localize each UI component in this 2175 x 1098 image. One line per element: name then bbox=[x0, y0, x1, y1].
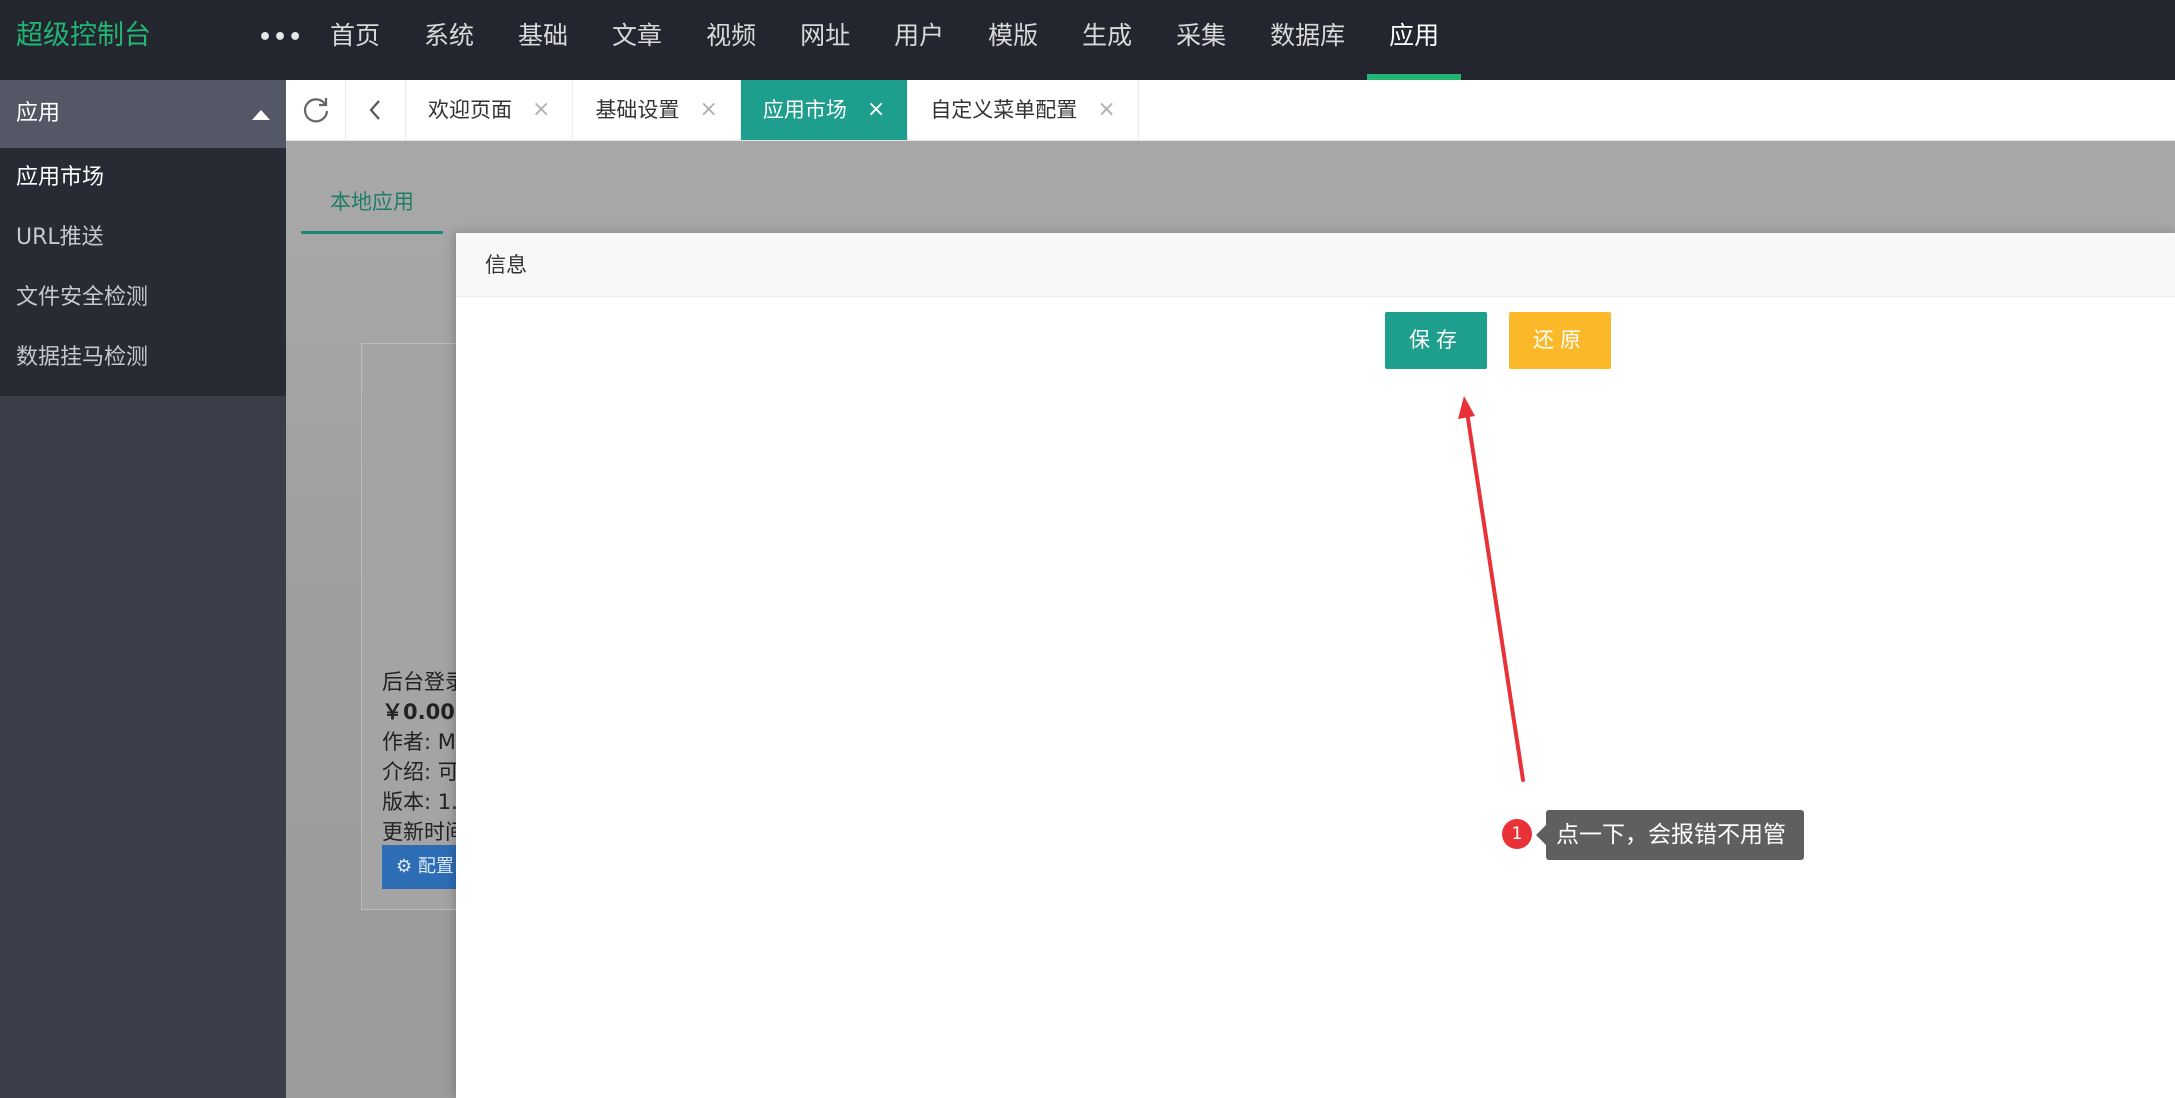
app-author: 作者: M bbox=[382, 730, 456, 754]
nav-item-system[interactable]: 系统 bbox=[402, 0, 496, 80]
close-icon[interactable]: × bbox=[699, 80, 717, 140]
refresh-icon[interactable] bbox=[286, 80, 346, 140]
sidebar-list: 应用市场 URL推送 文件安全检测 数据挂马检测 bbox=[0, 148, 286, 396]
reset-button[interactable]: 还原 bbox=[1509, 312, 1611, 369]
sidebar-item-data-trojan[interactable]: 数据挂马检测 bbox=[0, 328, 286, 388]
annotation-tooltip: 点一下，会报错不用管 bbox=[1536, 810, 1804, 860]
nav-item-database[interactable]: 数据库 bbox=[1248, 0, 1367, 80]
info-dialog: 信息 保存 还原 bbox=[456, 233, 2175, 1098]
tab-welcome[interactable]: 欢迎页面 × bbox=[406, 80, 574, 140]
close-icon[interactable]: × bbox=[867, 80, 885, 140]
sidebar-item-url-push[interactable]: URL推送 bbox=[0, 208, 286, 268]
dialog-title: 信息 bbox=[456, 233, 2175, 297]
back-arrow-icon[interactable] bbox=[346, 80, 406, 140]
tab-label: 自定义菜单配置 bbox=[930, 98, 1078, 122]
tab-custom-menu[interactable]: 自定义菜单配置 × bbox=[908, 80, 1139, 140]
nav-item-article[interactable]: 文章 bbox=[590, 0, 684, 80]
nav-item-url[interactable]: 网址 bbox=[778, 0, 872, 80]
more-menu-icon[interactable]: ••• bbox=[258, 0, 303, 76]
page-tabs: 欢迎页面 × 基础设置 × 应用市场 × 自定义菜单配置 × bbox=[406, 80, 1139, 140]
close-icon[interactable]: × bbox=[532, 80, 550, 140]
annotation-number-badge: 1 bbox=[1502, 819, 1532, 849]
tab-basic-settings[interactable]: 基础设置 × bbox=[573, 80, 741, 140]
app-price: ￥0.00 bbox=[382, 700, 455, 724]
main-nav: 首页 系统 基础 文章 视频 网址 用户 模版 生成 采集 数据库 应用 bbox=[308, 0, 1462, 80]
nav-item-user[interactable]: 用户 bbox=[872, 0, 966, 80]
gear-icon: ⚙ bbox=[396, 856, 413, 877]
save-button[interactable]: 保存 bbox=[1385, 312, 1487, 369]
caret-up-icon bbox=[252, 110, 270, 120]
sidebar-group-apps[interactable]: 应用 bbox=[0, 80, 286, 148]
sidebar: 应用 应用市场 URL推送 文件安全检测 数据挂马检测 bbox=[0, 80, 286, 1098]
app-name: 后台登录 bbox=[382, 670, 466, 694]
close-icon[interactable]: × bbox=[1097, 80, 1115, 140]
top-navbar: 超级控制台 ••• 首页 系统 基础 文章 视频 网址 用户 模版 生成 采集 … bbox=[0, 0, 2175, 80]
nav-item-basic[interactable]: 基础 bbox=[496, 0, 590, 80]
config-button-label: 配置 bbox=[417, 856, 454, 877]
tab-label: 应用市场 bbox=[762, 98, 847, 122]
tab-label: 欢迎页面 bbox=[428, 98, 512, 122]
tab-app-market[interactable]: 应用市场 × bbox=[740, 80, 909, 140]
app-updated: 更新时间 bbox=[382, 820, 466, 844]
sidebar-item-app-market[interactable]: 应用市场 bbox=[0, 148, 286, 208]
nav-item-video[interactable]: 视频 bbox=[684, 0, 778, 80]
nav-item-collect[interactable]: 采集 bbox=[1154, 0, 1248, 80]
tab-bar: 欢迎页面 × 基础设置 × 应用市场 × 自定义菜单配置 × bbox=[286, 80, 2175, 141]
tab-label: 基础设置 bbox=[595, 98, 680, 122]
nav-item-generate[interactable]: 生成 bbox=[1060, 0, 1154, 80]
app-intro: 介绍: 可 bbox=[382, 760, 459, 784]
nav-item-home[interactable]: 首页 bbox=[308, 0, 402, 80]
sidebar-item-file-security[interactable]: 文件安全检测 bbox=[0, 268, 286, 328]
nav-item-template[interactable]: 模版 bbox=[966, 0, 1060, 80]
tab-local-apps[interactable]: 本地应用 bbox=[301, 172, 443, 234]
sidebar-group-label: 应用 bbox=[16, 101, 61, 126]
nav-item-apps[interactable]: 应用 bbox=[1367, 0, 1462, 80]
app-logo-title[interactable]: 超级控制台 bbox=[16, 0, 151, 72]
